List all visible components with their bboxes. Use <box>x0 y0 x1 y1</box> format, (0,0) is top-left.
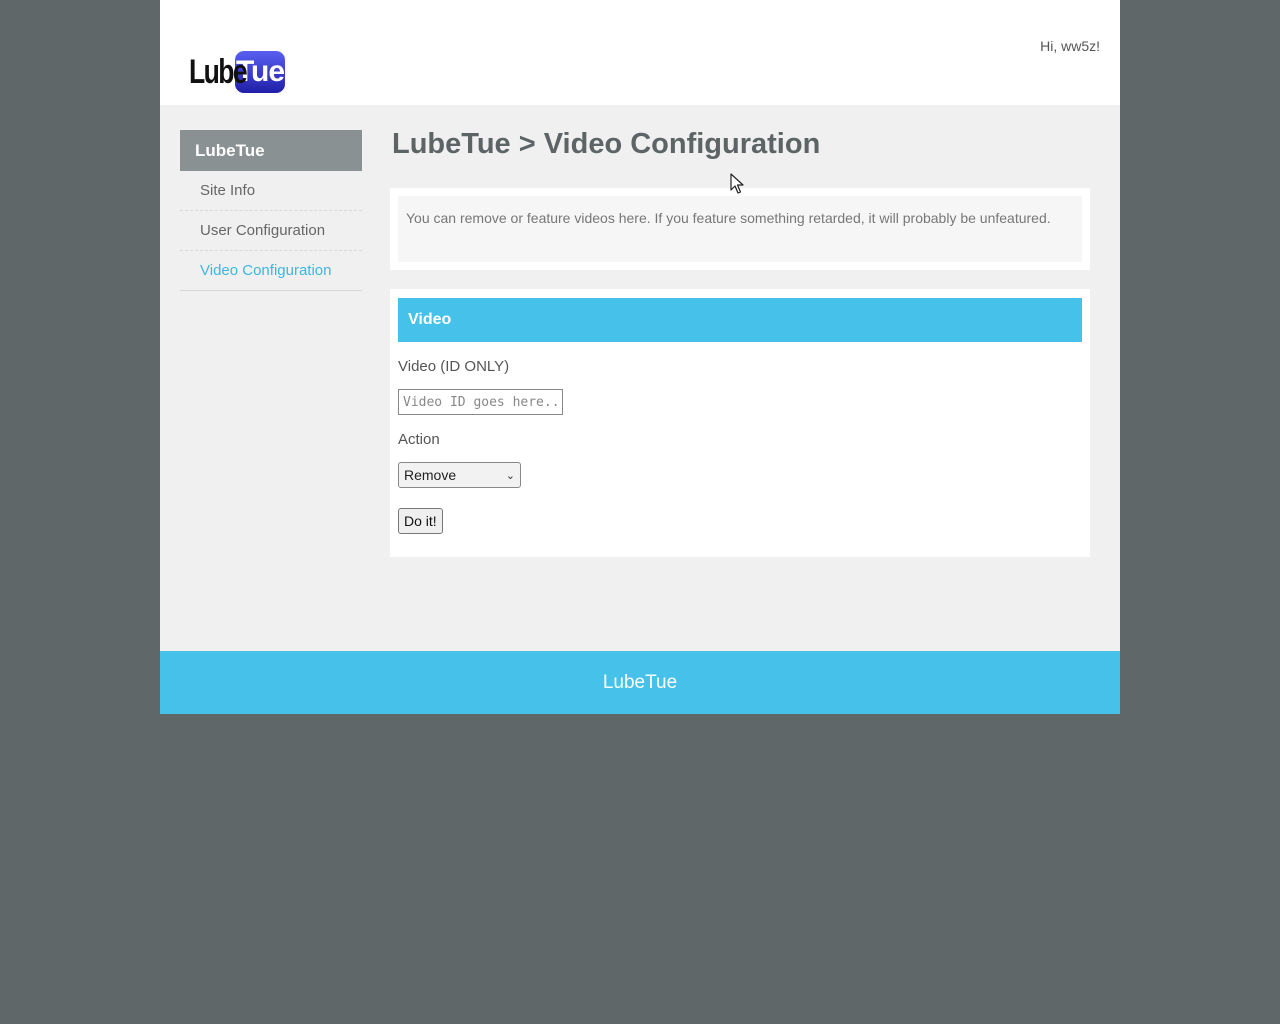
header: Lube Tue Hi, ww5z! <box>160 0 1120 105</box>
info-text: You can remove or feature videos here. I… <box>398 196 1082 262</box>
video-id-input[interactable] <box>398 389 563 415</box>
action-select-value: Remove <box>404 467 457 483</box>
action-label: Action <box>398 431 440 448</box>
sidebar-item-user-configuration[interactable]: User Configuration <box>180 211 362 251</box>
form-header: Video <box>398 298 1082 342</box>
user-greeting: Hi, ww5z! <box>1040 38 1100 54</box>
mouse-pointer-icon <box>730 173 744 194</box>
sidebar: LubeTue Site Info User Configuration Vid… <box>180 130 362 291</box>
page-title: LubeTue > Video Configuration <box>392 128 821 160</box>
footer: LubeTue <box>160 651 1120 714</box>
sidebar-item-video-configuration[interactable]: Video Configuration <box>180 251 362 291</box>
sidebar-title: LubeTue <box>180 130 362 171</box>
info-box: You can remove or feature videos here. I… <box>390 188 1090 270</box>
video-form: Video Video (ID ONLY) Action Remove ⌄ Do… <box>390 289 1090 557</box>
site-logo[interactable]: Lube Tue <box>189 51 285 93</box>
chevron-down-icon: ⌄ <box>505 469 515 482</box>
sidebar-item-site-info[interactable]: Site Info <box>180 171 362 211</box>
do-it-button[interactable]: Do it! <box>398 508 443 534</box>
page: Lube Tue Hi, ww5z! LubeTue Site Info Use… <box>160 0 1120 714</box>
logo-text-lube: Lube <box>189 52 248 91</box>
action-select[interactable]: Remove ⌄ <box>398 462 521 488</box>
video-id-label: Video (ID ONLY) <box>398 358 510 375</box>
